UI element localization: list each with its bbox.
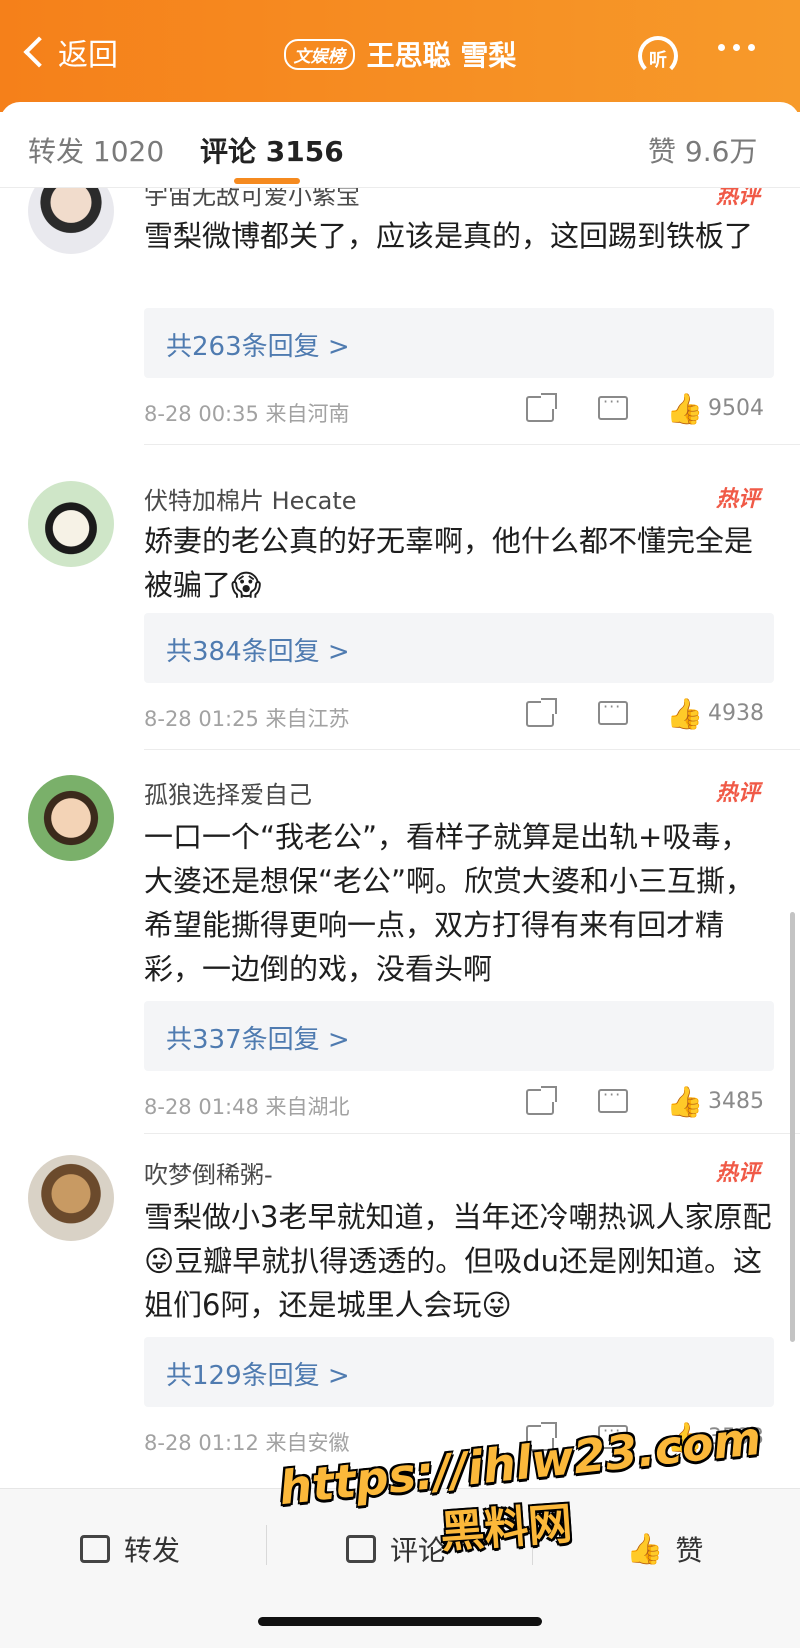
comment-actions: 👍 3593 — [520, 1421, 774, 1456]
comment-username[interactable]: 伏特加棉片 Hecate — [144, 481, 357, 516]
comment-item: 吹梦倒稀粥- 热评 雪梨做小3老早就知道，当年还冷嘲热讽人家原配😜豆瓣早就扒得透… — [0, 1137, 800, 1477]
thumbs-up-icon[interactable]: 👍 — [666, 697, 703, 732]
comment-meta: 8-28 01:25 来自江苏 — [144, 707, 350, 731]
reply-count-link[interactable]: 共129条回复 > — [166, 1355, 350, 1392]
comment-text: 雪梨微博都关了，应该是真的，这回踢到铁板了 — [144, 219, 754, 253]
share-icon — [80, 1535, 110, 1563]
comment-actions: 👍 4938 — [520, 697, 774, 732]
thumbs-up-icon: 👍 — [626, 1531, 664, 1567]
reply-summary[interactable]: 共384条回复 > — [144, 613, 774, 683]
page-title: 王思聪 雪梨 — [366, 39, 517, 72]
hot-comment-badge: 热评 — [716, 781, 761, 806]
comment-text: 一口一个“我老公”，看样子就算是出轨+吸毒，大婆还是想保“老公”啊。欣赏大婆和小… — [144, 820, 755, 986]
hot-comment-badge: 热评 — [716, 188, 761, 209]
avatar[interactable] — [28, 481, 114, 567]
avatar[interactable] — [28, 775, 114, 861]
comment-username[interactable]: 吹梦倒稀粥- — [144, 1155, 273, 1190]
reply-count-link[interactable]: 共384条回复 > — [166, 631, 350, 668]
comment-actions: 👍 9504 — [520, 392, 774, 427]
reply-count-link[interactable]: 共337条回复 > — [166, 1019, 350, 1056]
hot-comment-badge: 热评 — [716, 1161, 761, 1186]
thumbs-up-icon[interactable]: 👍 — [666, 1085, 703, 1120]
comment-meta: 8-28 00:35 来自河南 — [144, 402, 350, 426]
reply-summary[interactable]: 共129条回复 > — [144, 1337, 774, 1407]
tab-comment[interactable]: 评论 3156 — [200, 130, 344, 170]
home-indicator — [258, 1617, 542, 1626]
divider — [266, 1525, 267, 1565]
comment-username[interactable]: 孤狼选择爱自己 — [144, 775, 312, 810]
share-icon[interactable] — [526, 698, 557, 727]
comment-icon — [346, 1535, 376, 1563]
divider — [144, 749, 800, 750]
scrollbar[interactable] — [790, 912, 795, 1342]
like-count: 3593 — [708, 1425, 764, 1450]
comment-meta: 8-28 01:48 来自湖北 — [144, 1095, 350, 1119]
share-icon[interactable] — [526, 1422, 557, 1451]
comment-icon[interactable] — [598, 1421, 628, 1449]
comment-username[interactable]: 宇宙无敌可爱小紫宝 — [144, 188, 360, 211]
comment-item: 伏特加棉片 Hecate 热评 娇妻的老公真的好无辜啊，他什么都不懂完全是被骗了… — [0, 463, 800, 753]
comment-actions: 👍 3485 — [520, 1085, 774, 1120]
comment-icon[interactable] — [598, 1085, 628, 1113]
more-dot-icon — [748, 44, 755, 51]
comment-text: 雪梨做小3老早就知道，当年还冷嘲热讽人家原配😜豆瓣早就扒得透透的。但吸du还是刚… — [144, 1200, 772, 1322]
comment-text: 娇妻的老公真的好无辜啊，他什么都不懂完全是被骗了😱 — [144, 524, 754, 602]
comment-label: 评论 — [390, 1534, 447, 1567]
avatar[interactable] — [28, 1155, 114, 1241]
like-count: 4938 — [708, 701, 764, 726]
more-dot-icon — [718, 44, 725, 51]
like-count: 3485 — [708, 1089, 764, 1114]
like-label: 赞 — [675, 1534, 704, 1567]
comment-button[interactable]: 评论 — [346, 1529, 446, 1569]
like-count: 9504 — [708, 396, 764, 421]
avatar[interactable] — [28, 188, 114, 254]
listen-button[interactable]: 听 — [632, 36, 684, 76]
repost-button[interactable]: 转发 — [80, 1529, 180, 1569]
listen-label: 听 — [649, 50, 667, 71]
comment-item: 宇宙无敌可爱小紫宝 热评 雪梨微博都关了，应该是真的，这回踢到铁板了 共263条… — [0, 188, 800, 463]
comment-meta: 8-28 01:12 来自安徽 — [144, 1431, 350, 1455]
divider — [144, 1133, 800, 1134]
share-icon[interactable] — [526, 393, 557, 422]
active-tab-indicator — [234, 178, 300, 184]
top-nav-bar: 返回 文娱榜 王思聪 雪梨 听 — [0, 0, 800, 112]
like-button[interactable]: 👍 赞 — [626, 1529, 703, 1569]
topic-badge: 文娱榜 — [283, 38, 355, 70]
comment-item: 孤狼选择爱自己 热评 一口一个“我老公”，看样子就算是出轨+吸毒，大婆还是想保“… — [0, 753, 800, 1137]
reply-summary[interactable]: 共263条回复 > — [144, 308, 774, 378]
thumbs-up-icon[interactable]: 👍 — [666, 1421, 703, 1456]
tab-bar: 转发 1020 评论 3156 赞 9.6万 — [0, 102, 800, 188]
hot-comment-badge: 热评 — [716, 487, 761, 512]
repost-label: 转发 — [124, 1534, 181, 1567]
reply-summary[interactable]: 共337条回复 > — [144, 1001, 774, 1071]
reply-count-link[interactable]: 共263条回复 > — [166, 326, 350, 363]
comment-list[interactable]: 宇宙无敌可爱小紫宝 热评 雪梨微博都关了，应该是真的，这回踢到铁板了 共263条… — [0, 188, 800, 1488]
comment-icon[interactable] — [598, 697, 628, 725]
divider — [144, 444, 800, 445]
more-dot-icon — [733, 44, 740, 51]
tab-like[interactable]: 赞 9.6万 — [648, 130, 757, 170]
tab-repost[interactable]: 转发 1020 — [28, 130, 164, 170]
more-options-button[interactable] — [718, 44, 755, 51]
comment-icon[interactable] — [598, 392, 628, 420]
divider — [532, 1525, 533, 1565]
thumbs-up-icon[interactable]: 👍 — [666, 392, 703, 427]
share-icon[interactable] — [526, 1086, 557, 1115]
bottom-action-bar: 转发 评论 👍 赞 — [0, 1488, 800, 1648]
